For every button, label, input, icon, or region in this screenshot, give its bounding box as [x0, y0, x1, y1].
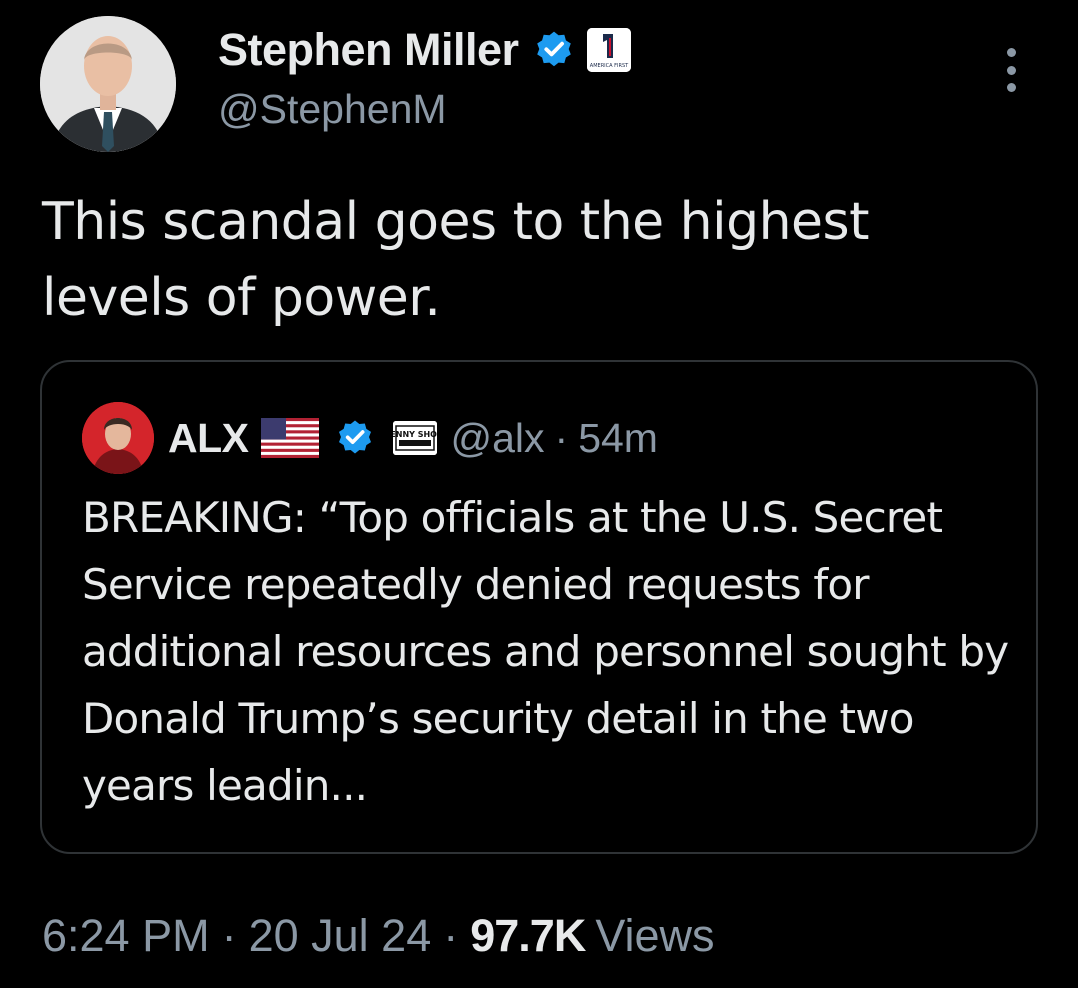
more-dot — [1006, 65, 1016, 75]
tweet-text: This scandal goes to the highest levels … — [42, 192, 870, 328]
tweet-meta: 6:24 PM · 20 Jul 24 · 97.7K Views — [42, 904, 715, 968]
benny-show-affiliate-badge-icon[interactable]: BENNY SHOW — [392, 421, 437, 455]
quoted-author-avatar[interactable] — [82, 402, 154, 474]
author-avatar[interactable] — [40, 16, 176, 152]
tweet-date[interactable]: 20 Jul 24 — [249, 910, 432, 962]
quoted-author-handle[interactable]: @alx — [451, 415, 545, 462]
quoted-tweet-card[interactable]: ALX BENNY SHOW — [40, 360, 1038, 854]
views-count[interactable]: 97.7K — [470, 910, 586, 962]
author-name-row: Stephen Miller AMERICA FIRST — [218, 22, 631, 78]
author-handle[interactable]: @StephenM — [218, 86, 447, 133]
views-label: Views — [595, 910, 715, 961]
quoted-tweet-time[interactable]: 54m — [578, 415, 658, 462]
more-options-icon[interactable] — [996, 48, 1026, 92]
verified-badge-icon[interactable] — [533, 29, 575, 71]
quoted-author-display-name[interactable]: ALX — [168, 415, 249, 462]
verified-badge-icon[interactable] — [335, 418, 375, 458]
america-first-affiliate-badge-icon[interactable]: AMERICA FIRST — [586, 28, 631, 72]
more-dot — [1006, 48, 1016, 57]
separator-dot: · — [221, 910, 237, 961]
separator-dot: · — [443, 910, 459, 961]
tweet-time[interactable]: 6:24 PM — [42, 910, 210, 962]
quoted-tweet-header: ALX BENNY SHOW — [82, 402, 658, 474]
affiliate-badge-label: BENNY SHOW — [393, 430, 437, 439]
separator-dot: · — [554, 414, 569, 461]
quoted-tweet-text: BREAKING: “Top officials at the U.S. Sec… — [82, 493, 1009, 810]
profile-photo — [40, 16, 176, 152]
more-dot — [1006, 83, 1016, 92]
us-flag-icon — [260, 418, 319, 458]
author-display-name[interactable]: Stephen Miller — [218, 24, 519, 76]
affiliate-badge-label: AMERICA FIRST — [589, 63, 628, 69]
